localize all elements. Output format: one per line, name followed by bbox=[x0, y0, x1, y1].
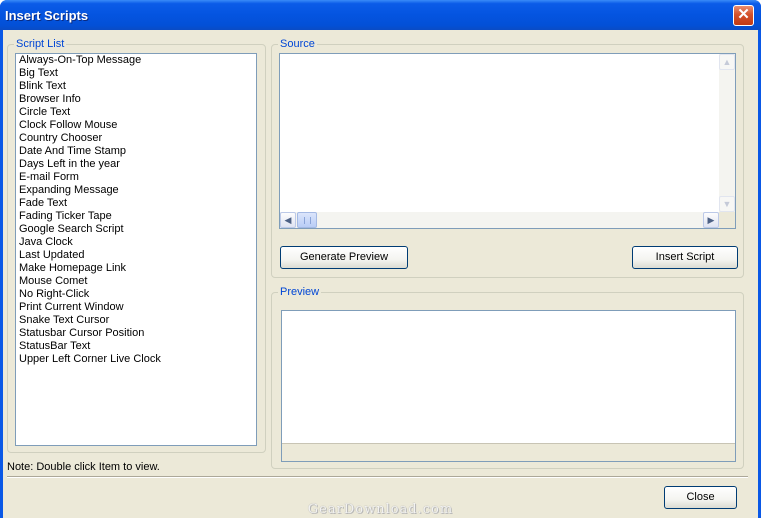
watermark: GearDownload.com bbox=[307, 502, 454, 517]
script-list-legend: Script List bbox=[14, 38, 67, 50]
scroll-thumb-grip bbox=[304, 217, 311, 224]
list-item[interactable]: Fade Text bbox=[16, 197, 256, 210]
preview-status-strip bbox=[282, 443, 735, 461]
source-group: Source ▲ ▼ ◀ ▶ Generate Preview Insert S… bbox=[271, 38, 744, 278]
list-item[interactable]: E-mail Form bbox=[16, 171, 256, 184]
list-item[interactable]: StatusBar Text bbox=[16, 340, 256, 353]
scroll-up-button[interactable]: ▲ bbox=[719, 54, 735, 70]
horizontal-scroll-thumb[interactable] bbox=[297, 212, 317, 228]
source-legend: Source bbox=[278, 38, 317, 50]
arrow-up-icon: ▲ bbox=[722, 57, 732, 67]
list-item[interactable]: Browser Info bbox=[16, 93, 256, 106]
list-item[interactable]: Google Search Script bbox=[16, 223, 256, 236]
arrow-down-icon: ▼ bbox=[722, 199, 732, 209]
list-item[interactable]: Country Chooser bbox=[16, 132, 256, 145]
list-item[interactable]: Upper Left Corner Live Clock bbox=[16, 353, 256, 366]
list-item[interactable]: Date And Time Stamp bbox=[16, 145, 256, 158]
source-textarea[interactable]: ▲ ▼ ◀ ▶ bbox=[279, 53, 736, 229]
usage-note: Note: Double click Item to view. bbox=[7, 461, 160, 473]
list-item[interactable]: Statusbar Cursor Position bbox=[16, 327, 256, 340]
list-item[interactable]: No Right-Click bbox=[16, 288, 256, 301]
dialog-window: Insert Scripts ✕ Script List Always-On-T… bbox=[0, 0, 761, 518]
source-vertical-scrollbar[interactable]: ▲ ▼ bbox=[719, 54, 735, 212]
list-item[interactable]: Days Left in the year bbox=[16, 158, 256, 171]
source-horizontal-scrollbar[interactable]: ◀ ▶ bbox=[280, 212, 719, 228]
preview-pane[interactable] bbox=[281, 310, 736, 462]
scroll-down-button[interactable]: ▼ bbox=[719, 196, 735, 212]
list-item[interactable]: Snake Text Cursor bbox=[16, 314, 256, 327]
footer-divider bbox=[7, 476, 748, 478]
list-item[interactable]: Expanding Message bbox=[16, 184, 256, 197]
preview-group: Preview bbox=[271, 286, 744, 469]
close-icon: ✕ bbox=[737, 6, 750, 23]
list-item[interactable]: Always-On-Top Message bbox=[16, 54, 256, 67]
list-item[interactable]: Print Current Window bbox=[16, 301, 256, 314]
dialog-client-area: Script List Always-On-Top Message Big Tex… bbox=[3, 30, 758, 518]
script-listbox[interactable]: Always-On-Top Message Big Text Blink Text B… bbox=[15, 53, 257, 446]
preview-legend: Preview bbox=[278, 286, 322, 298]
script-list-group: Script List Always-On-Top Message Big Tex… bbox=[7, 38, 266, 453]
list-item[interactable]: Blink Text bbox=[16, 80, 256, 93]
arrow-left-icon: ◀ bbox=[284, 215, 292, 225]
scrollbar-corner bbox=[719, 212, 735, 228]
generate-preview-button[interactable]: Generate Preview bbox=[280, 246, 408, 269]
window-title: Insert Scripts bbox=[5, 8, 89, 23]
scroll-right-button[interactable]: ▶ bbox=[703, 212, 719, 228]
list-item[interactable]: Circle Text bbox=[16, 106, 256, 119]
title-bar[interactable]: Insert Scripts ✕ bbox=[0, 0, 761, 30]
scroll-left-button[interactable]: ◀ bbox=[280, 212, 296, 228]
arrow-right-icon: ▶ bbox=[707, 215, 715, 225]
list-item[interactable]: Make Homepage Link bbox=[16, 262, 256, 275]
close-window-button[interactable]: ✕ bbox=[733, 5, 754, 26]
list-item[interactable]: Clock Follow Mouse bbox=[16, 119, 256, 132]
insert-script-button[interactable]: Insert Script bbox=[632, 246, 738, 269]
list-item[interactable]: Last Updated bbox=[16, 249, 256, 262]
list-item[interactable]: Fading Ticker Tape bbox=[16, 210, 256, 223]
list-item[interactable]: Mouse Comet bbox=[16, 275, 256, 288]
list-item[interactable]: Big Text bbox=[16, 67, 256, 80]
list-item[interactable]: Java Clock bbox=[16, 236, 256, 249]
